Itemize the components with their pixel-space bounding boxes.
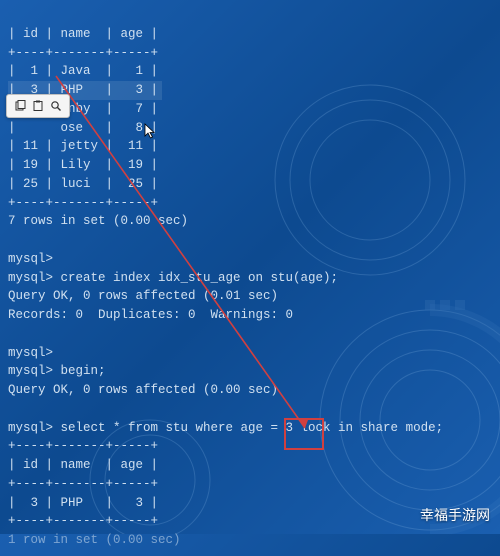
sql-begin: mysql> begin; (8, 364, 106, 378)
table-row: | ose | 8 | (8, 121, 158, 135)
sql-select-lock: mysql> select * from stu where age = 3 l… (8, 421, 443, 435)
table-separator: +----+-------+-----+ (8, 46, 158, 60)
query-result: Query OK, 0 rows affected (0.00 sec) (8, 383, 278, 397)
table-separator: +----+-------+-----+ (8, 477, 158, 491)
copy-icon[interactable] (11, 97, 29, 115)
table-row: | 19 | Lily | 19 | (8, 158, 158, 172)
table-separator: +----+-------+-----+ (8, 196, 158, 210)
watermark-text: 幸福手游网 (420, 505, 490, 526)
mysql-prompt[interactable]: mysql> (8, 346, 53, 360)
table-row: | 11 | jetty | 11 | (8, 139, 158, 153)
sql-create-index: mysql> create index idx_stu_age on stu(a… (8, 271, 338, 285)
table-row: | 1 | Java | 1 | (8, 64, 158, 78)
mysql-terminal-output: | id | name | age | +----+-------+-----+… (0, 0, 500, 556)
table-header: | id | name | age | (8, 27, 158, 41)
table-header: | id | name | age | (8, 458, 158, 472)
table-row: | 25 | luci | 25 | (8, 177, 158, 191)
table-separator: +----+-------+-----+ (8, 439, 158, 453)
query-result: Query OK, 0 rows affected (0.01 sec) (8, 289, 278, 303)
table-row: | 3 | PHP | 3 | (8, 496, 158, 510)
paste-icon[interactable] (29, 97, 47, 115)
query-stats: Records: 0 Duplicates: 0 Warnings: 0 (8, 308, 293, 322)
search-icon[interactable] (47, 97, 65, 115)
selection-toolbar (6, 94, 70, 118)
mysql-prompt[interactable]: mysql> (8, 252, 53, 266)
result-footer: 1 row in set (0.00 sec) (8, 533, 181, 547)
table-separator: +----+-------+-----+ (8, 514, 158, 528)
result-footer: 7 rows in set (0.00 sec) (8, 214, 188, 228)
